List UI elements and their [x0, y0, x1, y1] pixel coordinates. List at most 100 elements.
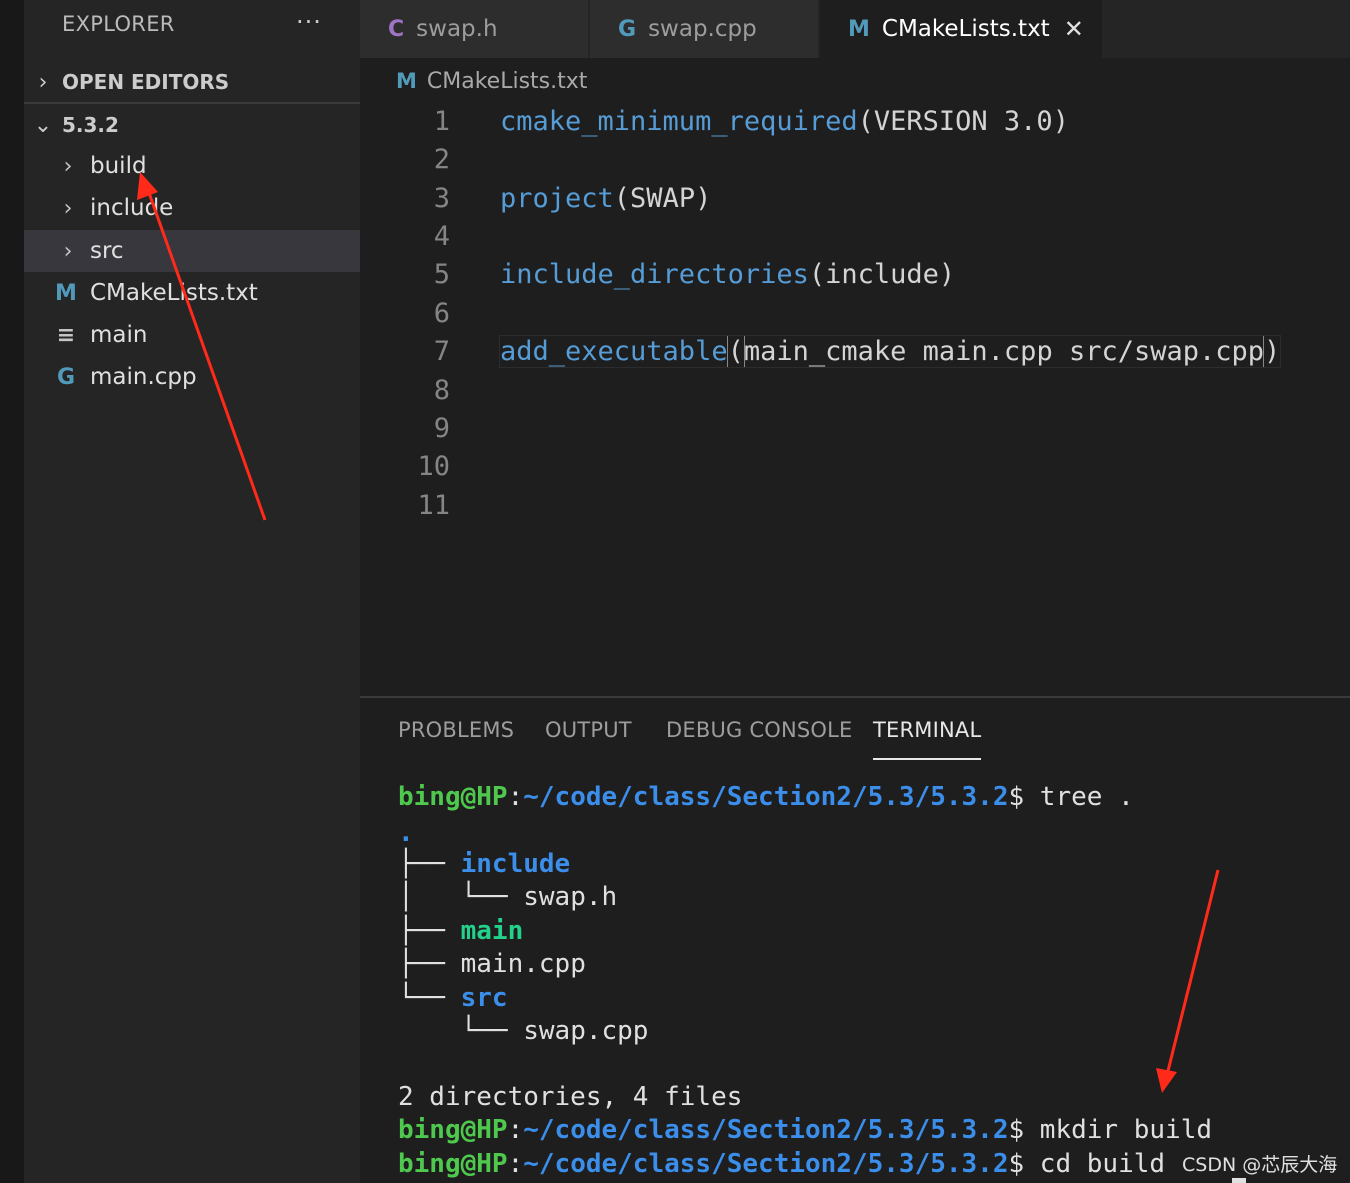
code-args: (include): [808, 258, 956, 290]
line-number: 7: [433, 335, 450, 367]
terminal-sep: :: [507, 1149, 524, 1179]
more-actions-icon[interactable]: ···: [296, 8, 322, 36]
code-args: (VERSION 3.0): [857, 105, 1069, 137]
terminal-output-line: .: [398, 816, 414, 850]
tree-item-label: main.cpp: [90, 364, 197, 390]
line-number: 5: [433, 258, 450, 290]
tab-label: swap.h: [416, 16, 498, 42]
terminal-sep: :: [507, 1115, 524, 1145]
terminal-prompt: $: [1008, 782, 1025, 812]
tab-label: swap.cpp: [648, 16, 757, 42]
terminal-user: bing@HP: [398, 1149, 508, 1179]
section-divider: [24, 102, 360, 104]
tree-branch: ├──: [398, 849, 461, 879]
tree-entry: swap.cpp: [523, 1016, 649, 1046]
code-line: 5 include_directories(include): [360, 255, 1350, 293]
code-line: 4: [360, 217, 1350, 255]
line-number: 6: [433, 297, 450, 329]
terminal-output-line: └── swap.cpp: [398, 1014, 649, 1048]
terminal-prompt-line: bing@HP: ~/code/class/Section2/5.3/5.3.2 $…: [398, 1113, 1212, 1147]
code-line: 6: [360, 294, 1350, 332]
terminal-prompt: $: [1008, 1115, 1025, 1145]
terminal-output-line: └── src: [398, 981, 508, 1015]
cmake-file-icon: M: [848, 16, 870, 42]
terminal-path: ~/code/class/Section2/5.3/5.3.2: [523, 782, 1009, 812]
line-number: 8: [433, 374, 450, 406]
tree-entry: include: [460, 849, 571, 879]
tree-entry: swap.h: [523, 882, 618, 912]
tree-item-main-cpp[interactable]: G main.cpp: [24, 356, 360, 398]
terminal-command: tree .: [1024, 782, 1134, 812]
tab-swap-cpp[interactable]: G swap.cpp: [590, 0, 818, 58]
line-number: 1: [433, 105, 450, 137]
folder-label: 5.3.2: [62, 113, 119, 137]
code-function: add_executable: [500, 335, 728, 367]
code-function: cmake_minimum_required: [500, 105, 858, 137]
line-number: 9: [433, 412, 450, 444]
tree-entry: main: [460, 916, 524, 946]
tree-item-label: src: [90, 238, 124, 264]
cpp-file-icon: G: [618, 16, 637, 42]
bracket-open: (: [726, 334, 745, 368]
terminal-user: bing@HP: [398, 1115, 508, 1145]
open-editors-section[interactable]: › OPEN EDITORS: [24, 62, 360, 102]
editor-tab-bar: C swap.h G swap.cpp M CMakeLists.txt ✕: [360, 0, 1350, 58]
tree-item-cmakelists[interactable]: M CMakeLists.txt: [24, 272, 360, 314]
watermark: CSDN @芯辰大海: [1182, 1154, 1338, 1176]
line-number: 4: [433, 220, 450, 252]
tab-terminal[interactable]: TERMINAL: [873, 718, 982, 760]
tab-problems[interactable]: PROBLEMS: [398, 718, 514, 742]
tree-item-include[interactable]: › include: [24, 187, 360, 229]
tab-debug-console[interactable]: DEBUG CONSOLE: [666, 718, 853, 742]
terminal-path: ~/code/class/Section2/5.3/5.3.2: [523, 1115, 1009, 1145]
terminal-output-line: ├── main: [398, 914, 523, 948]
tree-item-build[interactable]: › build: [24, 145, 360, 187]
explorer-sidebar: EXPLORER ··· › OPEN EDITORS ⌄ 5.3.2 › bu…: [24, 0, 360, 1183]
terminal-command: mkdir build: [1024, 1115, 1212, 1145]
code-line: 2: [360, 140, 1350, 178]
tree-branch: └──: [398, 983, 461, 1013]
code-editor[interactable]: 1 cmake_minimum_required(VERSION 3.0) 2 …: [360, 100, 1350, 696]
tree-item-label: build: [90, 153, 147, 179]
folder-section[interactable]: ⌄ 5.3.2: [24, 105, 360, 145]
code-line: 1 cmake_minimum_required(VERSION 3.0): [360, 102, 1350, 140]
tree-root: .: [398, 818, 414, 848]
breadcrumb-label: CMakeLists.txt: [426, 68, 588, 94]
cmake-file-icon: M: [396, 69, 417, 93]
cmake-file-icon: M: [55, 280, 77, 306]
close-icon[interactable]: ✕: [1064, 15, 1084, 43]
chevron-right-icon: ›: [63, 195, 73, 221]
code-line: 9: [360, 409, 1350, 447]
tab-cmakelists[interactable]: M CMakeLists.txt ✕: [820, 0, 1102, 58]
code-args: (SWAP): [613, 182, 712, 214]
tree-item-src[interactable]: › src: [24, 230, 360, 272]
code-line: 10: [360, 447, 1350, 485]
tab-swap-h[interactable]: C swap.h: [360, 0, 588, 58]
text-file-icon: ≡: [56, 322, 76, 348]
chevron-down-icon: ⌄: [33, 112, 53, 138]
terminal-command: cd build: [1024, 1149, 1166, 1179]
code-line: 3 project(SWAP): [360, 179, 1350, 217]
tree-branch: └──: [398, 1016, 524, 1046]
terminal-cursor: [1232, 1178, 1246, 1183]
tab-label: CMakeLists.txt: [881, 16, 1050, 42]
terminal-user: bing@HP: [398, 782, 508, 812]
line-number: 2: [433, 143, 450, 175]
terminal-output-line: 2 directories, 4 files: [398, 1080, 742, 1114]
line-number: 11: [417, 489, 450, 521]
tree-entry: src: [460, 983, 508, 1013]
code-args: main_cmake main.cpp src/swap.cpp: [743, 335, 1265, 367]
terminal-prompt-line[interactable]: bing@HP: ~/code/class/Section2/5.3/5.3.2 $…: [398, 1147, 1165, 1181]
line-number: 3: [433, 182, 450, 214]
code-line: 11: [360, 486, 1350, 524]
terminal-output-line: ├── main.cpp: [398, 947, 586, 981]
breadcrumb[interactable]: M CMakeLists.txt: [396, 66, 587, 96]
chevron-right-icon: ›: [63, 153, 73, 179]
code-function: project: [500, 182, 614, 214]
activity-bar: [0, 0, 24, 1183]
tab-output[interactable]: OUTPUT: [545, 718, 632, 742]
tree-branch: ├──: [398, 949, 461, 979]
code-line-active: 7 add_executable(main_cmake main.cpp src…: [360, 332, 1350, 370]
terminal-output-line: ├── include: [398, 847, 570, 881]
tree-item-main[interactable]: ≡ main: [24, 314, 360, 356]
